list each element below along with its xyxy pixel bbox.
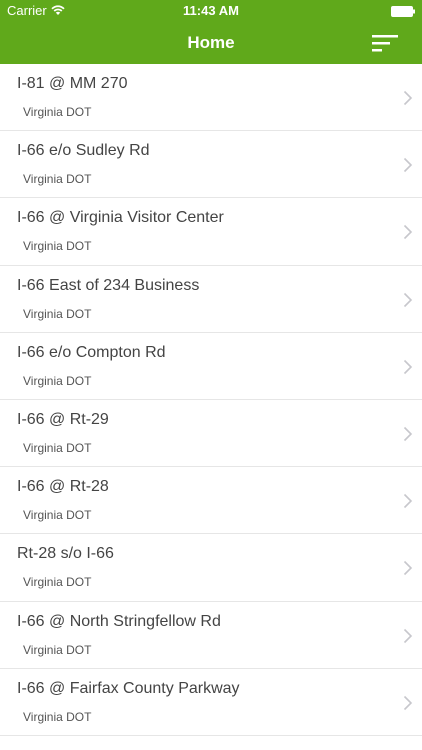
list-item[interactable]: I-66 East of 234 Business Virginia DOT bbox=[0, 266, 422, 333]
camera-title: I-81 @ MM 270 bbox=[17, 75, 128, 92]
status-time: 11:43 AM bbox=[183, 3, 239, 18]
list-item[interactable]: I-66 @ Virginia Visitor Center Virginia … bbox=[0, 198, 422, 266]
list-item[interactable]: I-66 e/o Compton Rd Virginia DOT bbox=[0, 333, 422, 400]
chevron-right-icon bbox=[403, 292, 413, 307]
chevron-right-icon bbox=[403, 494, 413, 509]
chevron-right-icon bbox=[403, 695, 413, 710]
camera-title: I-66 e/o Compton Rd bbox=[17, 343, 166, 361]
list-item[interactable]: I-81 @ MM 270 Virginia DOT bbox=[0, 64, 422, 132]
camera-source: Virginia DOT bbox=[23, 642, 92, 657]
camera-title: I-66 e/o Sudley Rd bbox=[17, 142, 150, 160]
list-item[interactable]: I-66 e/o Sudley Rd Virginia DOT bbox=[0, 131, 422, 199]
camera-source: Virginia DOT bbox=[23, 508, 92, 523]
chevron-right-icon bbox=[403, 561, 413, 576]
list-item[interactable]: I-66 @ Rt-29 Virginia DOT bbox=[0, 400, 422, 468]
chevron-right-icon bbox=[403, 426, 413, 442]
camera-title: I-66 @ Virginia Visitor Center bbox=[17, 209, 224, 227]
battery-icon bbox=[391, 6, 415, 17]
chevron-right-icon bbox=[403, 628, 413, 643]
list-item[interactable]: I-66 @ Rt-28 Virginia DOT bbox=[0, 467, 422, 535]
camera-title: I-66 @ North Stringfellow Rd bbox=[17, 612, 221, 630]
sort-menu-icon[interactable] bbox=[372, 33, 400, 53]
camera-source: Virginia DOT bbox=[23, 575, 92, 590]
camera-list: I-81 @ MM 270 Virginia DOT I-66 e/o Sudl… bbox=[0, 64, 422, 736]
chevron-right-icon bbox=[403, 158, 413, 173]
chevron-right-icon bbox=[403, 90, 413, 106]
camera-title: Rt-28 s/o I-66 bbox=[17, 545, 114, 563]
camera-title: I-66 @ Fairfax County Parkway bbox=[17, 679, 240, 697]
page-title: Home bbox=[187, 33, 235, 52]
camera-source: Virginia DOT bbox=[23, 172, 92, 187]
camera-source: Virginia DOT bbox=[23, 306, 92, 321]
camera-title: I-66 @ Rt-29 bbox=[17, 410, 109, 428]
camera-title: I-66 @ Rt-28 bbox=[17, 478, 109, 496]
list-item[interactable]: Rt-28 s/o I-66 Virginia DOT bbox=[0, 534, 422, 602]
camera-source: Virginia DOT bbox=[23, 709, 92, 724]
chevron-right-icon bbox=[403, 225, 413, 240]
list-item[interactable]: I-66 @ Fairfax County Parkway Virginia D… bbox=[0, 669, 422, 736]
list-item[interactable]: I-66 @ North Stringfellow Rd Virginia DO… bbox=[0, 602, 422, 669]
camera-source: Virginia DOT bbox=[23, 239, 92, 254]
camera-source: Virginia DOT bbox=[23, 440, 92, 455]
status-bar: Carrier 11:43 AM bbox=[0, 0, 422, 22]
top-bar: Carrier 11:43 AM Home bbox=[0, 0, 422, 64]
camera-source: Virginia DOT bbox=[23, 373, 92, 388]
camera-title: I-66 East of 234 Business bbox=[17, 276, 200, 294]
camera-source: Virginia DOT bbox=[23, 105, 92, 119]
navigation-bar: Home bbox=[0, 22, 422, 64]
chevron-right-icon bbox=[403, 359, 413, 374]
